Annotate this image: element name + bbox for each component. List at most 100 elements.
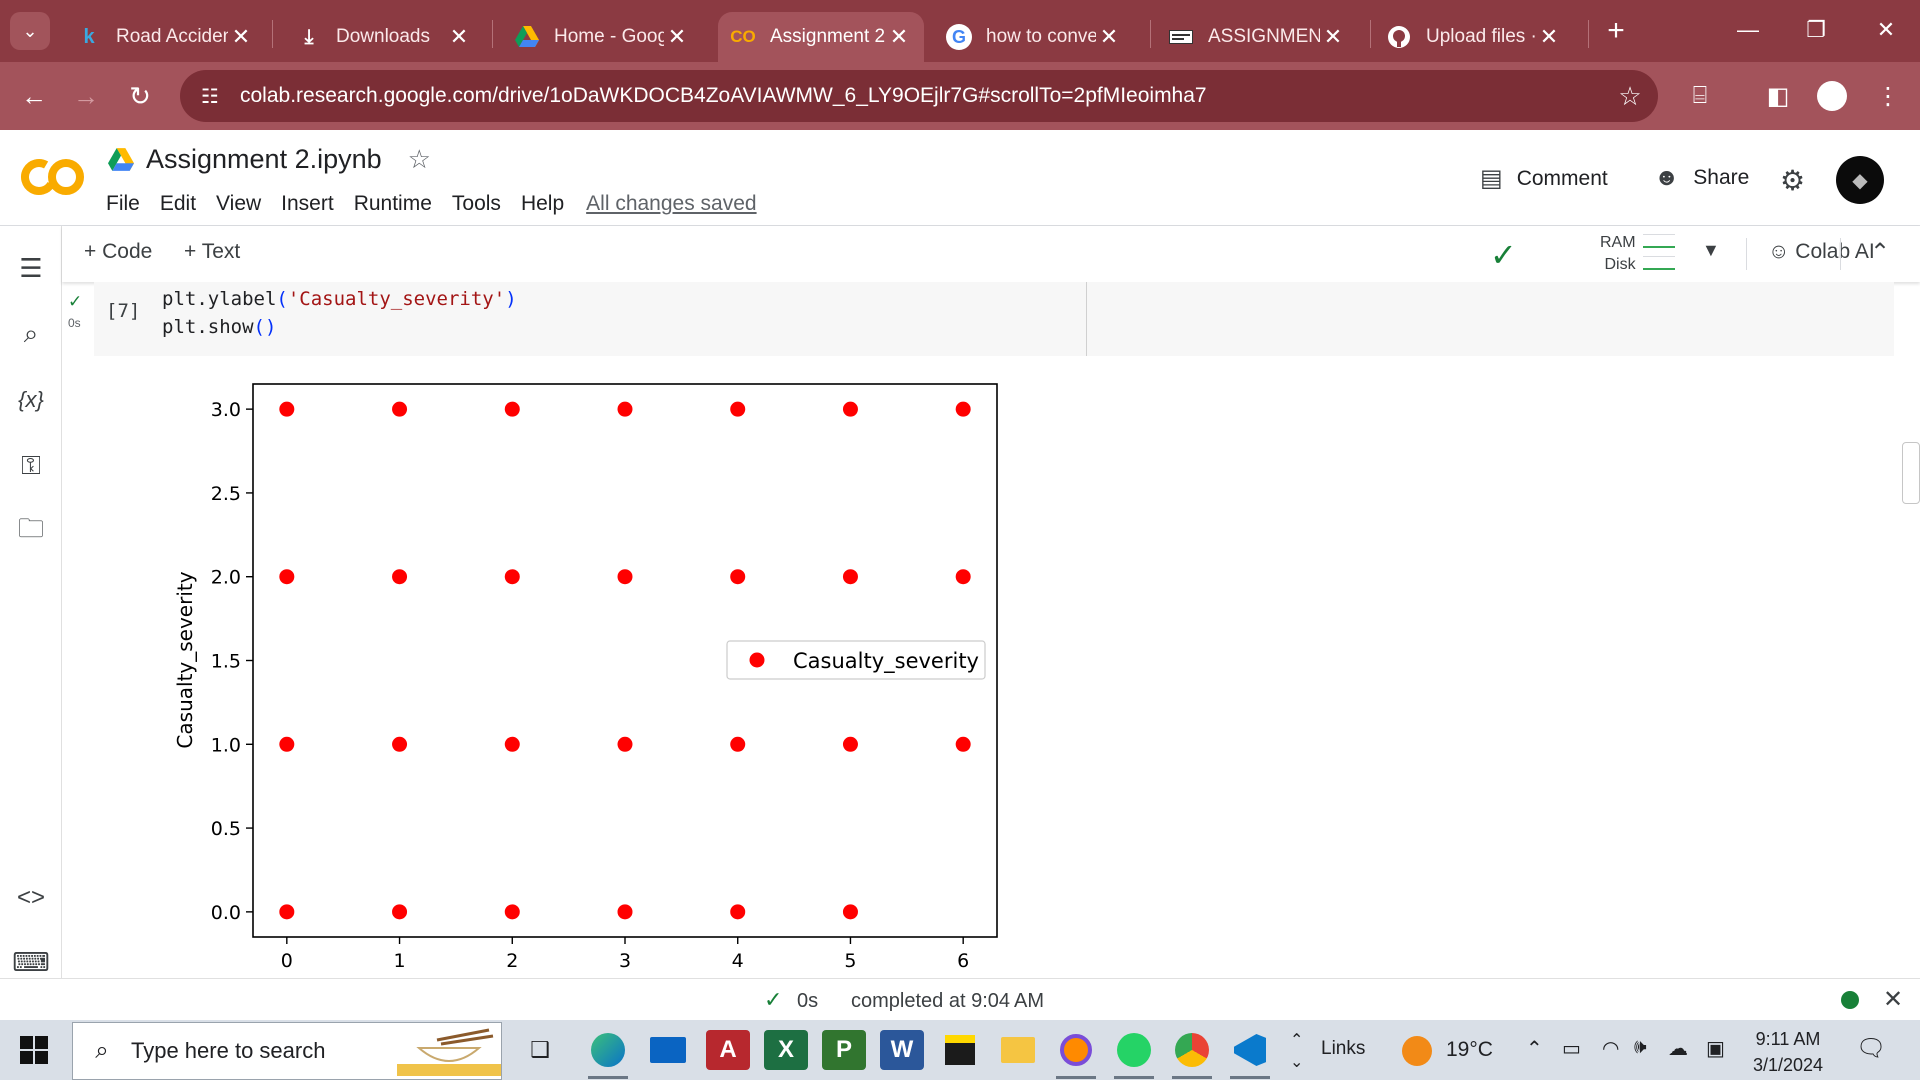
settings-button[interactable]: ⚙ <box>1780 164 1819 197</box>
forward-button[interactable]: → <box>66 76 106 116</box>
wifi-icon[interactable]: ◠ <box>1602 1036 1619 1061</box>
ram-usage-bar <box>1643 234 1675 248</box>
show-hidden-icons-icon[interactable]: ⌃ <box>1526 1036 1543 1061</box>
menu-help[interactable]: Help <box>521 192 564 216</box>
close-tab-icon[interactable]: ✕ <box>664 24 690 50</box>
search-icon[interactable]: ⌕ <box>11 314 51 354</box>
meet-now-icon[interactable]: ▣ <box>1706 1036 1725 1061</box>
colab-logo[interactable] <box>20 152 86 202</box>
add-code-button[interactable]: + Code <box>84 240 152 264</box>
chevron-up-icon[interactable]: ⌃ <box>1870 238 1890 267</box>
scatter-point <box>955 401 971 417</box>
close-icon[interactable]: ✕ <box>1883 985 1903 1014</box>
taskbar-scroll-down-icon[interactable]: ⌄ <box>1290 1052 1303 1072</box>
colab-ai-button[interactable]: ☺ Colab AI <box>1768 240 1875 264</box>
menu-runtime[interactable]: Runtime <box>354 192 432 216</box>
links-toolbar[interactable]: Links <box>1321 1038 1365 1060</box>
run-status-check-icon[interactable]: ✓ <box>68 292 82 312</box>
star-icon[interactable]: ☆ <box>408 144 431 175</box>
comment-button[interactable]: ▤ Comment <box>1480 164 1608 193</box>
whatsapp-icon[interactable] <box>1112 1030 1156 1070</box>
minimize-button[interactable]: — <box>1718 8 1778 52</box>
weather-sun-icon[interactable] <box>1402 1036 1432 1066</box>
google-drive-icon[interactable] <box>108 147 134 172</box>
scatter-point <box>392 569 408 585</box>
access-icon[interactable]: A <box>706 1030 750 1070</box>
taskbar-clock[interactable]: 9:11 AM 3/1/2024 <box>1748 1026 1828 1078</box>
taskbar-search-box[interactable]: ⌕ Type here to search <box>72 1022 502 1080</box>
edge-icon[interactable] <box>586 1030 630 1070</box>
account-avatar[interactable]: ◆ <box>1836 156 1884 204</box>
onedrive-icon[interactable]: ☁ <box>1668 1036 1688 1061</box>
omnibox[interactable]: ☷ colab.research.google.com/drive/1oDaWK… <box>180 70 1658 122</box>
notebook-title[interactable]: Assignment 2.ipynb <box>146 144 382 175</box>
back-button[interactable]: ← <box>14 76 54 116</box>
scrollbar-thumb[interactable] <box>1902 442 1920 504</box>
code-line[interactable]: plt.show() <box>162 316 276 338</box>
menu-edit[interactable]: Edit <box>160 192 196 216</box>
table-of-contents-icon[interactable]: ☰ <box>11 248 51 288</box>
close-tab-icon[interactable]: ✕ <box>1096 24 1122 50</box>
folder-icon[interactable]: 🗀 <box>11 512 51 552</box>
close-tab-icon[interactable]: ✕ <box>228 24 254 50</box>
browser-tab[interactable]: Home - Googl ✕ <box>502 12 702 62</box>
tab-search-button[interactable]: ⌄ <box>10 12 50 50</box>
vscode-icon[interactable] <box>1228 1030 1272 1070</box>
browser-tab[interactable]: ⤓ Downloads ✕ <box>284 12 484 62</box>
save-status[interactable]: All changes saved <box>586 192 756 216</box>
battery-icon[interactable]: ▭ <box>1562 1036 1581 1061</box>
browser-tab[interactable]: ASSIGNMENT ✕ <box>1156 12 1358 62</box>
terminal-icon[interactable]: ⌨ <box>11 942 51 982</box>
restore-button[interactable]: ❐ <box>1786 8 1846 52</box>
menu-tools[interactable]: Tools <box>452 192 501 216</box>
browser-menu-button[interactable]: ⋮ <box>1868 76 1908 116</box>
scatter-point <box>392 904 408 920</box>
close-tab-icon[interactable]: ✕ <box>1536 24 1562 50</box>
key-icon[interactable]: ⚿ <box>11 446 51 486</box>
close-tab-icon[interactable]: ✕ <box>446 24 472 50</box>
runtime-dropdown-icon[interactable]: ▼ <box>1702 240 1720 261</box>
code-snippets-icon[interactable]: <> <box>11 878 51 918</box>
brave-icon[interactable] <box>1054 1030 1098 1070</box>
code-line[interactable]: plt.ylabel('Casualty_severity') <box>162 288 517 310</box>
windows-start-icon[interactable] <box>20 1036 48 1064</box>
completion-status[interactable]: completed at 9:04 AM <box>851 990 1044 1013</box>
menu-view[interactable]: View <box>216 192 261 216</box>
chrome-icon[interactable] <box>1170 1030 1214 1070</box>
side-panel-button[interactable]: ◧ <box>1758 76 1798 116</box>
taskbar-scroll-up-icon[interactable]: ⌃ <box>1290 1030 1303 1050</box>
menu-file[interactable]: File <box>106 192 140 216</box>
x-axis-ticks: 0 1 2 3 4 5 6 <box>281 937 969 972</box>
mail-icon[interactable] <box>646 1030 690 1070</box>
close-tab-icon[interactable]: ✕ <box>886 24 912 50</box>
weather-temperature[interactable]: 19°C <box>1446 1038 1493 1062</box>
task-view-icon[interactable]: ❑ <box>518 1030 562 1070</box>
reload-button[interactable]: ↻ <box>120 76 160 116</box>
add-text-button[interactable]: + Text <box>184 240 240 264</box>
sticky-notes-icon[interactable] <box>938 1030 982 1070</box>
share-button[interactable]: ☻ Share <box>1654 164 1749 192</box>
word-icon[interactable]: W <box>880 1030 924 1070</box>
volume-icon[interactable]: 🕪 <box>1634 1036 1647 1059</box>
browser-tab-active[interactable]: CO Assignment 2. ✕ <box>718 12 924 62</box>
project-icon[interactable]: P <box>822 1030 866 1070</box>
close-tab-icon[interactable]: ✕ <box>1320 24 1346 50</box>
browser-tab[interactable]: G how to conver ✕ <box>934 12 1134 62</box>
connected-check-icon[interactable]: ✓ <box>1490 236 1517 274</box>
new-tab-button[interactable]: + <box>1597 12 1635 50</box>
browser-tab[interactable]: Upload files · I ✕ <box>1374 12 1574 62</box>
bookmark-star-icon[interactable]: ☆ <box>1602 81 1658 112</box>
variables-icon[interactable]: {x} <box>11 380 51 420</box>
file-explorer-icon[interactable] <box>996 1030 1040 1070</box>
browser-tab[interactable]: k Road Accident ✕ <box>64 12 266 62</box>
excel-icon[interactable]: X <box>764 1030 808 1070</box>
notification-center-icon[interactable]: 🗨 <box>1856 1034 1886 1063</box>
close-window-button[interactable]: ✕ <box>1856 8 1916 52</box>
menu-insert[interactable]: Insert <box>281 192 334 216</box>
site-info-icon[interactable]: ☷ <box>180 84 240 109</box>
scatter-point <box>730 904 746 920</box>
url-text[interactable]: colab.research.google.com/drive/1oDaWKDO… <box>240 84 1602 108</box>
extensions-button[interactable]: ⌸ <box>1680 76 1720 116</box>
profile-button[interactable] <box>1812 76 1852 116</box>
resources-indicator[interactable]: RAM Disk <box>1600 232 1636 276</box>
